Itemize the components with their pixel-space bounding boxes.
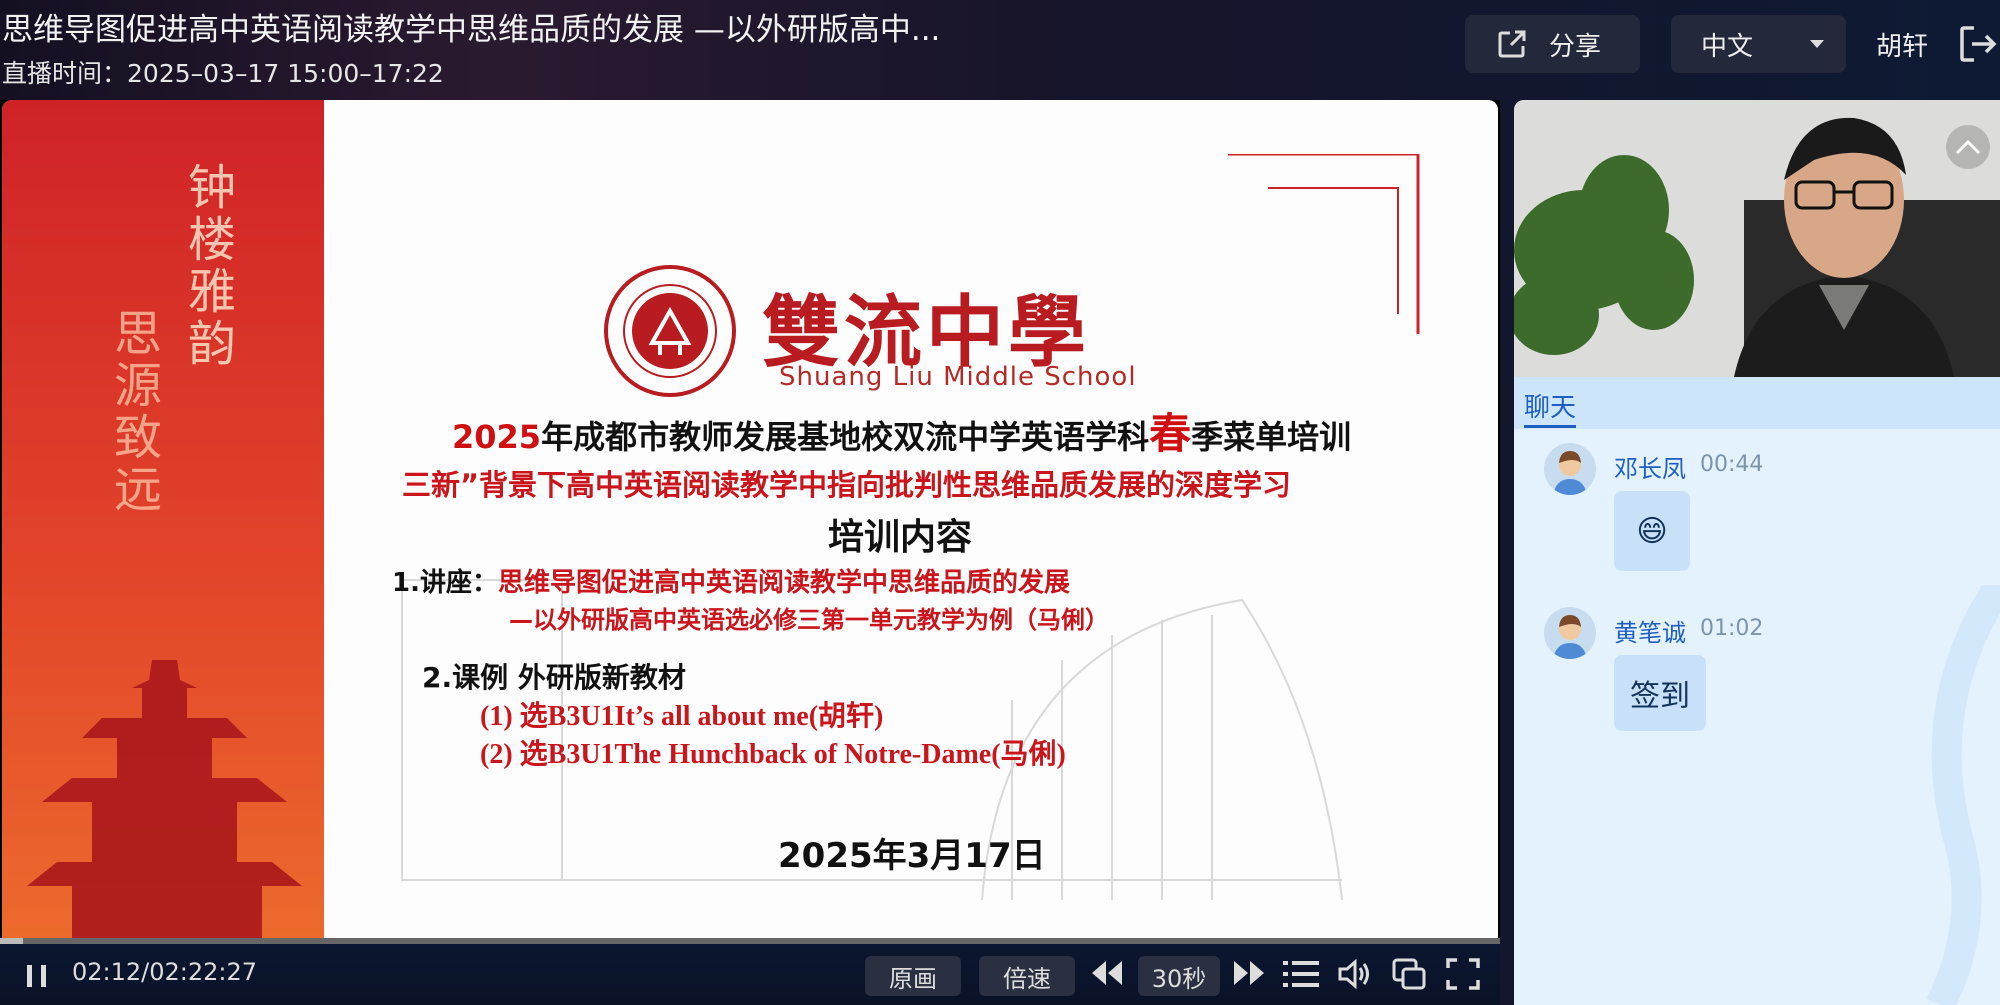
school-seal [604,265,736,397]
slide-vertical-text-1: 钟楼雅韵 [179,162,235,370]
share-button[interactable]: 分享 [1465,15,1640,73]
live-time-label: 直播时间： [2,59,128,88]
logout-icon[interactable] [1958,24,1998,64]
slide: 钟楼雅韵 思源致远 雙流中學 Shuang Liu Middle School … [2,100,1498,940]
slide-sub-item-1: (1) 选B3U1It’s all about me(胡轩) [480,701,884,732]
avatar [1544,443,1596,495]
playlist-icon[interactable] [1282,958,1320,990]
slide-item-1-text: 思维导图促进高中英语阅读教学中思维品质的发展 [497,568,1070,598]
volume-icon[interactable] [1338,958,1372,990]
fullscreen-icon[interactable] [1446,958,1480,990]
avatar [1544,607,1596,659]
chat-user-name: 邓长凤 [1614,455,1686,483]
chat-time: 00:44 [1700,452,1764,477]
tab-chat[interactable]: 聊天 [1524,387,1576,424]
speed-button[interactable]: 倍速 [979,956,1075,996]
slide-sub-item-2: (2) 选B3U1The Hunchback of Notre-Dame(马俐) [480,739,1066,770]
slide-title-part1: 年成都市教师发展基地校双流中学英语学科 [541,418,1150,456]
slide-title-year: 2025 [452,418,542,456]
slide-title-part2: 季菜单培训 [1191,418,1352,456]
chat-tabbar: 聊天 [1514,377,2000,429]
slide-item-1: 1.讲座：思维导图促进高中英语阅读教学中思维品质的发展 [392,562,1070,599]
slide-left-panel: 钟楼雅韵 思源致远 [2,100,324,940]
slide-title: 2025年成都市教师发展基地校双流中学英语学科春季菜单培训 [452,400,1351,461]
share-icon [1498,30,1526,58]
chat-message: 邓长凤 00:44 😄 [1544,443,1964,583]
presenter-camera [1514,100,2000,377]
live-time-value: 2025–03–17 15:00–17:22 [127,59,444,88]
presenter-video [1514,100,2000,377]
slide-title-spring: 春 [1149,409,1192,458]
skip-interval-button[interactable]: 30秒 [1138,956,1220,996]
slide-date: 2025年3月17日 [778,836,1046,876]
chat-user-name: 黄笔诚 [1614,619,1686,647]
panel-background-curve [1926,585,2000,1005]
chat-time: 01:02 [1700,616,1764,641]
player-controls: 02:12/02:22:27 原画 倍速 30秒 [0,944,1500,1005]
decorative-lines [1228,154,1420,334]
pause-icon[interactable] [24,962,50,990]
chat-bubble: 签到 [1614,655,1706,731]
chat-bubble: 😄 [1614,491,1690,571]
language-label: 中文 [1701,31,1754,62]
page-title: 思维导图促进高中英语阅读教学中思维品质的发展 —以外研版高中... [2,12,941,48]
fast-forward-icon[interactable] [1232,958,1266,988]
chevron-down-icon [1810,40,1824,48]
slide-vertical-text-2: 思源致远 [105,308,161,516]
video-player[interactable]: 钟楼雅韵 思源致远 雙流中學 Shuang Liu Middle School … [0,100,1500,1005]
school-name-en: Shuang Liu Middle School [779,362,1137,392]
share-label: 分享 [1549,31,1602,62]
user-avatar-icon [1553,451,1587,495]
slide-item-1-sub: —以外研版高中英语选必修三第一单元教学为例（马俐） [509,606,1109,634]
slide-item-1-label: 1.讲座： [392,568,498,598]
slide-subtitle: 三新”背景下高中英语阅读教学中指向批判性思维品质发展的深度学习 [402,468,1292,502]
time-display: 02:12/02:22:27 [72,958,258,986]
chat-panel: 聊天 邓长凤 00:44 😄 黄笔诚 01:02 签到 [1514,377,2000,1005]
live-time: 直播时间：2025–03–17 15:00–17:22 [2,54,444,90]
rewind-icon[interactable] [1090,958,1124,988]
original-quality-button[interactable]: 原画 [865,956,961,996]
slide-heading: 培训内容 [828,517,973,558]
user-avatar-icon [1553,615,1587,659]
slide-item-2: 2.课例 外研版新教材 [422,661,686,694]
pagoda-illustration [27,660,302,940]
language-select[interactable]: 中文 [1671,15,1846,73]
tab-indicator [1524,425,1576,428]
username: 胡轩 [1876,32,1929,62]
picture-in-picture-icon[interactable] [1392,958,1426,990]
